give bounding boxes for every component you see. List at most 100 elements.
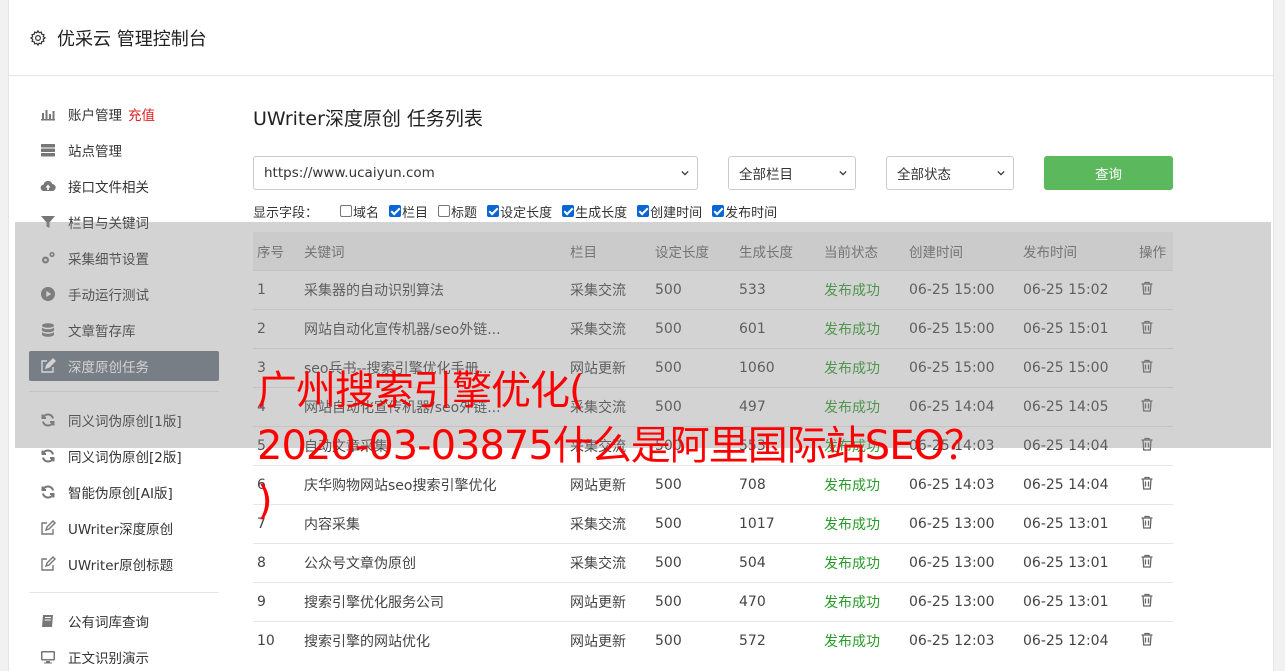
checkbox[interactable] (340, 205, 353, 217)
sidebar-item-text-recognition[interactable]: 正文识别演示 (29, 639, 219, 671)
sidebar-item-label: 正文识别演示 (68, 651, 149, 667)
checkbox[interactable] (562, 205, 575, 217)
field-checkbox-published[interactable]: 发布时间 (712, 202, 777, 221)
sidebar-item-article-storage[interactable]: 文章暂存库 (29, 312, 219, 348)
checkbox-label: 生成长度 (575, 205, 628, 221)
checkbox[interactable] (712, 205, 725, 217)
status-select-value: 全部状态 (897, 167, 951, 183)
table-cell: 5 (253, 425, 300, 465)
site-select[interactable]: https://www.ucaiyun.com (253, 156, 698, 190)
table-cell: 500 (651, 464, 735, 504)
table-cell (1135, 503, 1173, 543)
field-checkbox-set-length[interactable]: 设定长度 (487, 202, 552, 221)
book-icon (39, 613, 57, 629)
chevron-down-icon (681, 170, 689, 176)
sidebar-item-ai-rewrite[interactable]: 智能伪原创[AI版] (29, 474, 219, 510)
sidebar-item-uwriter-deep[interactable]: UWriter深度原创 (29, 510, 219, 546)
table-cell: 1 (253, 269, 300, 309)
sidebar-item-columns-keywords[interactable]: 栏目与关键词 (29, 204, 219, 240)
main-content: UWriter深度原创 任务列表 https://www.ucaiyun.com… (253, 104, 1173, 660)
refresh-icon (39, 412, 57, 428)
field-checkbox-gen-length[interactable]: 生成长度 (562, 202, 627, 221)
checkbox[interactable] (389, 205, 402, 217)
table-cell: 06-25 14:04 (1019, 464, 1135, 504)
table-cell (1135, 542, 1173, 582)
table-cell: 7 (253, 503, 300, 543)
sidebar-item-label: 智能伪原创[AI版] (68, 486, 173, 502)
sidebar-item-uwriter-title[interactable]: UWriter原创标题 (29, 546, 219, 582)
table-cell: 发布成功 (820, 269, 905, 309)
trash-icon[interactable] (1139, 397, 1155, 413)
trash-icon[interactable] (1139, 631, 1155, 647)
sidebar-item-label: 站点管理 (68, 144, 122, 160)
sidebar-item-account[interactable]: 账户管理 充值 (29, 96, 219, 132)
field-checkbox-column[interactable]: 栏目 (389, 202, 428, 221)
column-header: 发布时间 (1019, 232, 1135, 270)
table-cell: 06-25 15:00 (905, 347, 1019, 387)
site-select-value: https://www.ucaiyun.com (264, 165, 435, 181)
edit-icon (39, 358, 57, 374)
checkbox[interactable] (487, 205, 500, 217)
table-cell: 06-25 13:00 (905, 581, 1019, 621)
table-cell: 500 (651, 269, 735, 309)
query-button[interactable]: 查询 (1044, 156, 1173, 190)
server-icon (39, 142, 57, 158)
table-cell: 发布成功 (820, 542, 905, 582)
table-cell: 500 (651, 347, 735, 387)
table-cell: 采集交流 (566, 503, 651, 543)
table-cell: 庆华购物网站seo搜索引擎优化 (300, 464, 566, 504)
table-cell: 自动文章采集 (300, 425, 566, 465)
table-row: 3 seo兵书--搜索引擎优化手册... 网站更新 500 1060 发布成功 06-25 … (253, 347, 1173, 387)
sidebar-item-synonym-v1[interactable]: 同义词伪原创[1版] (29, 402, 219, 438)
sidebar-item-sites[interactable]: 站点管理 (29, 132, 219, 168)
table-cell: 2 (253, 308, 300, 348)
trash-icon[interactable] (1139, 514, 1155, 530)
sidebar-item-public-lexicon[interactable]: 公有词库查询 (29, 603, 219, 639)
sidebar-item-collect-settings[interactable]: 采集细节设置 (29, 240, 219, 276)
trash-icon[interactable] (1139, 358, 1155, 374)
display-fields: 显示字段： 域名 栏目 标题 设定长度 生成长度 创建时间 发布时间 (253, 202, 787, 221)
trash-icon[interactable] (1139, 592, 1155, 608)
table-cell: 500 (651, 620, 735, 660)
chevron-down-icon (997, 170, 1005, 176)
checkbox[interactable] (438, 205, 451, 217)
table-cell: 500 (651, 308, 735, 348)
trash-icon[interactable] (1139, 553, 1155, 569)
sidebar-item-label: UWriter原创标题 (68, 558, 174, 574)
table-cell: 发布成功 (820, 581, 905, 621)
checkbox-label: 发布时间 (725, 205, 778, 221)
field-checkbox-created[interactable]: 创建时间 (637, 202, 702, 221)
table-cell: 发布成功 (820, 503, 905, 543)
column-header: 操作 (1135, 232, 1173, 270)
sidebar-item-label: 栏目与关键词 (68, 216, 149, 232)
column-header: 关键词 (300, 232, 566, 270)
table-cell: 发布成功 (820, 464, 905, 504)
checkbox[interactable] (637, 205, 650, 217)
table-cell (1135, 308, 1173, 348)
field-checkbox-title[interactable]: 标题 (438, 202, 477, 221)
trash-icon[interactable] (1139, 319, 1155, 335)
column-select[interactable]: 全部栏目 (728, 156, 856, 190)
table-cell (1135, 269, 1173, 309)
table-cell: 504 (735, 542, 820, 582)
checkbox-label: 标题 (451, 205, 478, 221)
sidebar-item-manual-run[interactable]: 手动运行测试 (29, 276, 219, 312)
console-panel: 优采云 管理控制台 账户管理 充值 站点管理 接口文件相关 栏目与关键词 采集细… (8, 0, 1274, 671)
sidebar-item-deep-original-task[interactable]: 深度原创任务 (29, 351, 219, 381)
table-cell: 06-25 12:03 (905, 620, 1019, 660)
table-cell: 06-25 14:03 (905, 464, 1019, 504)
sidebar-item-synonym-v2[interactable]: 同义词伪原创[2版] (29, 438, 219, 474)
page-title: 优采云 管理控制台 (57, 28, 207, 50)
trash-icon[interactable] (1139, 475, 1155, 491)
trash-icon[interactable] (1139, 280, 1155, 296)
sidebar-item-label: 采集细节设置 (68, 252, 149, 268)
table-cell: 06-25 14:03 (905, 425, 1019, 465)
sidebar-item-label: 接口文件相关 (68, 180, 149, 196)
table-cell: 06-25 15:00 (905, 269, 1019, 309)
trash-icon[interactable] (1139, 436, 1155, 452)
sidebar-item-api-files[interactable]: 接口文件相关 (29, 168, 219, 204)
table-cell: 网站更新 (566, 347, 651, 387)
field-checkbox-domain[interactable]: 域名 (340, 202, 379, 221)
recharge-link[interactable]: 充值 (128, 104, 155, 124)
status-select[interactable]: 全部状态 (886, 156, 1014, 190)
